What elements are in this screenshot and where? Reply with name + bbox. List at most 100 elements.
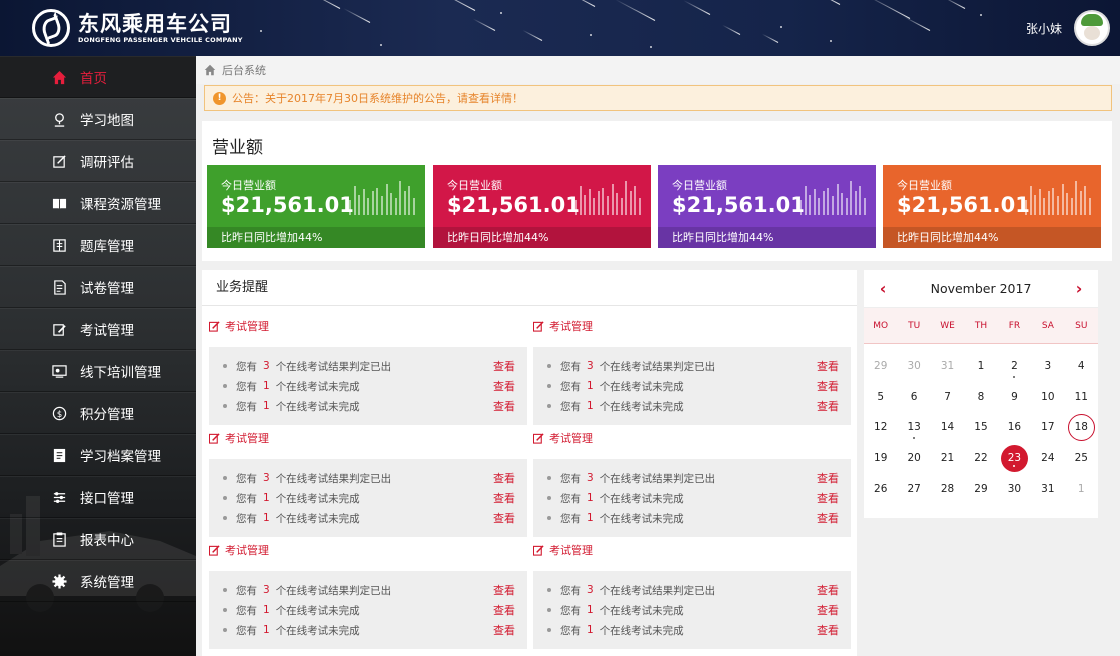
- revenue-card-label: 今日营业额: [447, 179, 502, 192]
- revenue-card[interactable]: 今日营业额 $21,561.01 比昨日同比增加44%: [883, 165, 1101, 248]
- calendar-day[interactable]: 3: [1031, 351, 1064, 382]
- reminder-text: 个在线考试结果判定已出: [599, 584, 716, 597]
- calendar-day[interactable]: 19: [864, 443, 897, 474]
- calendar-day[interactable]: 5: [864, 382, 897, 413]
- sidebar-item-9[interactable]: 学习档案管理: [0, 434, 196, 476]
- calendar-day[interactable]: 29: [864, 351, 897, 382]
- calendar-day-today[interactable]: 18: [1065, 412, 1098, 443]
- view-link[interactable]: 查看: [817, 582, 839, 598]
- user-name[interactable]: 张小妹: [1026, 20, 1062, 37]
- calendar-day[interactable]: 11: [1065, 382, 1098, 413]
- calendar-day[interactable]: 24: [1031, 443, 1064, 474]
- sidebar-item-10[interactable]: 接口管理: [0, 476, 196, 518]
- calendar-day[interactable]: 13: [897, 412, 930, 443]
- company-logo[interactable]: 东风乘用车公司 DONGFENG PASSENGER VEHCILE COMPA…: [32, 9, 243, 47]
- revenue-card[interactable]: 今日营业额 $21,561.01 比昨日同比增加44%: [207, 165, 425, 248]
- view-link[interactable]: 查看: [817, 398, 839, 414]
- sidebar-item-6[interactable]: 考试管理: [0, 308, 196, 350]
- calendar-prev-button[interactable]: ‹: [864, 270, 902, 308]
- calendar-day[interactable]: 25: [1065, 443, 1098, 474]
- view-link[interactable]: 查看: [817, 510, 839, 526]
- calendar-day[interactable]: 15: [964, 412, 997, 443]
- sidebar-item-7[interactable]: 线下培训管理: [0, 350, 196, 392]
- breadcrumb: 后台系统: [196, 56, 1120, 84]
- reminder-group-header[interactable]: 考试管理: [533, 541, 851, 559]
- calendar-day[interactable]: 2: [998, 351, 1031, 382]
- reminder-prefix: 您有: [236, 380, 257, 393]
- calendar-day[interactable]: 4: [1065, 351, 1098, 382]
- sparkline-bar: [403, 191, 406, 215]
- reminder-group-header[interactable]: 考试管理: [533, 317, 851, 335]
- calendar-day[interactable]: 28: [931, 473, 964, 504]
- revenue-card[interactable]: 今日营业额 $21,561.01 比昨日同比增加44%: [433, 165, 651, 248]
- revenue-panel: 营业额 今日营业额 $21,561.01 比昨日同比增加44% 今日营业额 $21,56…: [202, 121, 1112, 261]
- reminder-group-header[interactable]: 考试管理: [209, 429, 527, 447]
- reminder-group-header[interactable]: 考试管理: [209, 541, 527, 559]
- view-link[interactable]: 查看: [817, 622, 839, 638]
- reminder-list: 您有 3 个在线考试结果判定已出 查看 您有 1 个在线考试未完成 查看 您有 1 个在线考试未完成…: [533, 347, 851, 425]
- list-item: 您有 1 个在线考试未完成 查看: [223, 600, 515, 620]
- calendar-day[interactable]: 31: [931, 351, 964, 382]
- sidebar-item-2[interactable]: 调研评估: [0, 140, 196, 182]
- announcement-text[interactable]: 公告：关于2017年7月30日系统维护的公告，请查看详情！: [232, 90, 523, 106]
- user-menu[interactable]: 张小妹: [1026, 10, 1110, 46]
- sidebar-item-12[interactable]: 系统管理: [0, 560, 196, 602]
- calendar-day-selected[interactable]: 23: [998, 443, 1031, 474]
- view-link[interactable]: 查看: [493, 398, 515, 414]
- reminder-group-header[interactable]: 考试管理: [209, 317, 527, 335]
- sidebar-item-8[interactable]: $ 积分管理: [0, 392, 196, 434]
- view-link[interactable]: 查看: [817, 602, 839, 618]
- avatar[interactable]: [1074, 10, 1110, 46]
- announcement-bar[interactable]: ! 公告：关于2017年7月30日系统维护的公告，请查看详情！: [204, 85, 1112, 111]
- calendar-day[interactable]: 7: [931, 382, 964, 413]
- view-link[interactable]: 查看: [493, 582, 515, 598]
- view-link[interactable]: 查看: [493, 622, 515, 638]
- bullet-icon: [223, 608, 227, 612]
- calendar-next-button[interactable]: ›: [1060, 270, 1098, 308]
- calendar-day[interactable]: 16: [998, 412, 1031, 443]
- calendar-day[interactable]: 17: [1031, 412, 1064, 443]
- calendar-day[interactable]: 9: [998, 382, 1031, 413]
- sparkline-bar: [611, 184, 614, 215]
- calendar-day[interactable]: 22: [964, 443, 997, 474]
- view-link[interactable]: 查看: [817, 358, 839, 374]
- sidebar-item-3[interactable]: 课程资源管理: [0, 182, 196, 224]
- calendar-day[interactable]: 31: [1031, 473, 1064, 504]
- view-link[interactable]: 查看: [493, 602, 515, 618]
- revenue-card[interactable]: 今日营业额 $21,561.01 比昨日同比增加44%: [658, 165, 876, 248]
- sidebar-item-1[interactable]: 学习地图: [0, 98, 196, 140]
- bullet-icon: [547, 404, 551, 408]
- calendar-day[interactable]: 21: [931, 443, 964, 474]
- sparkline-bar: [809, 195, 812, 215]
- calendar-day[interactable]: 10: [1031, 382, 1064, 413]
- calendar-day[interactable]: 12: [864, 412, 897, 443]
- calendar-day[interactable]: 1: [1065, 473, 1098, 504]
- calendar-day[interactable]: 30: [897, 351, 930, 382]
- calendar-day[interactable]: 1: [964, 351, 997, 382]
- view-link[interactable]: 查看: [817, 378, 839, 394]
- calendar-day[interactable]: 26: [864, 473, 897, 504]
- calendar-day[interactable]: 30: [998, 473, 1031, 504]
- sidebar-item-5[interactable]: 试卷管理: [0, 266, 196, 308]
- sidebar-item-0[interactable]: 首页: [0, 56, 196, 98]
- sidebar-item-4[interactable]: 题库管理: [0, 224, 196, 266]
- view-link[interactable]: 查看: [493, 510, 515, 526]
- view-link[interactable]: 查看: [493, 378, 515, 394]
- view-link[interactable]: 查看: [493, 358, 515, 374]
- calendar-day[interactable]: 8: [964, 382, 997, 413]
- view-link[interactable]: 查看: [817, 470, 839, 486]
- view-link[interactable]: 查看: [493, 470, 515, 486]
- calendar-day[interactable]: 29: [964, 473, 997, 504]
- reminder-group-header[interactable]: 考试管理: [533, 429, 851, 447]
- calendar-day[interactable]: 27: [897, 473, 930, 504]
- calendar-day-number: 15: [974, 421, 988, 434]
- home-icon[interactable]: [204, 64, 216, 76]
- view-link[interactable]: 查看: [493, 490, 515, 506]
- view-link[interactable]: 查看: [817, 490, 839, 506]
- calendar-day[interactable]: 20: [897, 443, 930, 474]
- calendar-day[interactable]: 14: [931, 412, 964, 443]
- sparkline-bar: [358, 195, 361, 215]
- breadcrumb-current[interactable]: 后台系统: [222, 62, 266, 78]
- sidebar-item-11[interactable]: 报表中心: [0, 518, 196, 560]
- calendar-day[interactable]: 6: [897, 382, 930, 413]
